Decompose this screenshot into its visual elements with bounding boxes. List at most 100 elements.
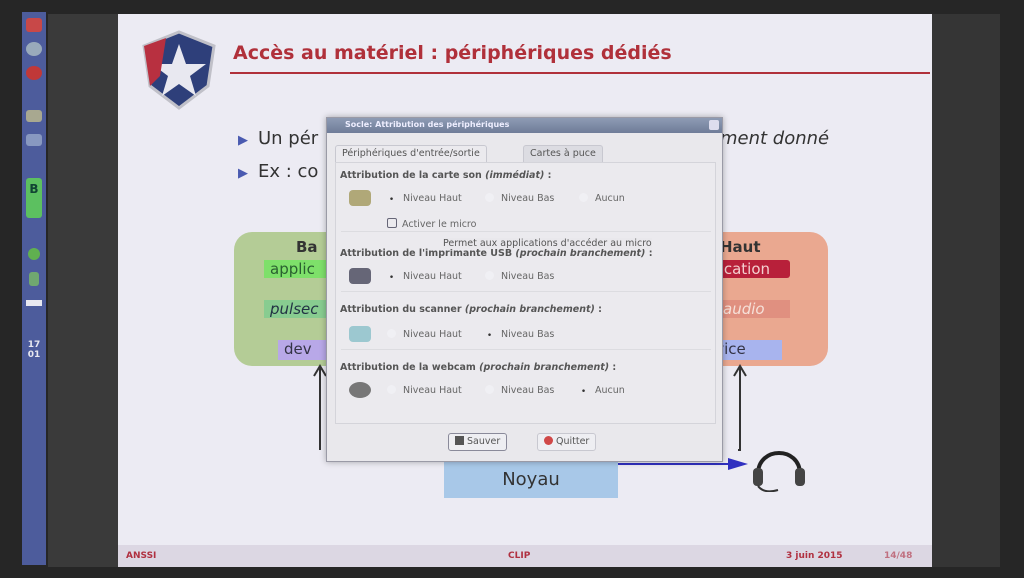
webcam-icon	[349, 382, 371, 398]
low-heading: Ba	[296, 238, 318, 256]
radio-label: Niveau Bas	[501, 193, 555, 204]
radio-button[interactable]	[485, 385, 494, 394]
separator	[341, 231, 711, 232]
radio-button[interactable]: •	[387, 196, 396, 205]
heading-qualifier: (prochain branchement)	[515, 248, 646, 259]
radio-label: Aucun	[595, 385, 625, 396]
radio-button[interactable]	[485, 271, 494, 280]
save-icon	[455, 436, 464, 445]
radio-button[interactable]	[387, 329, 396, 338]
tab-smart-cards[interactable]: Cartes à puce	[523, 145, 603, 162]
radio-button[interactable]: •	[579, 388, 588, 397]
close-icon[interactable]	[709, 120, 719, 130]
quit-icon	[544, 436, 553, 445]
tooltip: Permet aux applications d'accéder au mic…	[443, 238, 652, 249]
radio-label: Niveau Bas	[501, 271, 555, 282]
bullet-1-text: Un pér	[258, 128, 319, 149]
bullet-icon: ▶	[238, 133, 248, 148]
desktop-area	[48, 14, 118, 567]
radio-button[interactable]: •	[387, 274, 396, 283]
close-session-icon[interactable]	[26, 18, 42, 32]
section-heading: Attribution de la carte son (immédiat) :	[340, 170, 551, 181]
radio-label: Niveau Bas	[501, 329, 555, 340]
clock: 17 01	[22, 340, 46, 360]
checkbox-box[interactable]	[387, 218, 397, 228]
heading-text: Attribution de la carte son	[340, 170, 482, 181]
dialog-titlebar[interactable]: Socle: Attribution des périphériques	[327, 118, 722, 133]
radio-button[interactable]	[579, 193, 588, 202]
micro-label: Activer le micro	[402, 219, 477, 230]
radio-button[interactable]	[387, 385, 396, 394]
heading-suffix: :	[609, 362, 617, 373]
slide-footer: ANSSI CLIP 3 juin 2015 14/48	[118, 545, 932, 567]
footer-org: ANSSI	[126, 551, 157, 561]
heading-suffix: :	[544, 170, 552, 181]
quit-button[interactable]: Quitter	[537, 433, 597, 451]
headset-icon	[753, 451, 805, 492]
scanner-icon	[349, 326, 371, 342]
kernel-box: Noyau	[444, 462, 618, 498]
sound-card-icon	[349, 190, 371, 206]
radio-niveau-haut[interactable]: • Niveau Haut	[387, 271, 462, 283]
tab-label: Périphériques d'entrée/sortie	[342, 148, 480, 159]
micro-checkbox[interactable]: Activer le micro	[387, 218, 476, 230]
radio-label: Niveau Haut	[403, 271, 462, 282]
heading-text: Attribution de la webcam	[340, 362, 476, 373]
separator	[341, 291, 711, 292]
radio-niveau-bas[interactable]: Niveau Bas	[485, 193, 554, 204]
radio-button[interactable]: •	[485, 332, 494, 341]
heading-qualifier: (immédiat)	[485, 170, 545, 181]
bullet-1-end: ment donné	[720, 128, 830, 149]
radio-niveau-haut[interactable]: Niveau Haut	[387, 385, 462, 396]
clock-hour: 17	[27, 340, 41, 350]
network-icon[interactable]	[26, 42, 42, 56]
radio-label: Niveau Bas	[501, 385, 555, 396]
tools-icon[interactable]	[26, 110, 42, 122]
radio-niveau-bas[interactable]: Niveau Bas	[485, 271, 554, 282]
side-panel	[932, 14, 1000, 567]
radio-button[interactable]	[485, 193, 494, 202]
footer-project: CLIP	[508, 551, 531, 561]
radio-niveau-haut[interactable]: Niveau Haut	[387, 329, 462, 340]
taskbar: B 17 01	[22, 12, 46, 565]
security-icon[interactable]	[28, 248, 40, 260]
section-heading: Attribution de l'imprimante USB (prochai…	[340, 248, 653, 259]
title-rule	[230, 72, 930, 74]
radio-label: Aucun	[595, 193, 625, 204]
stop-icon[interactable]	[26, 66, 42, 80]
quit-label: Quitter	[556, 436, 590, 447]
save-button[interactable]: Sauver	[448, 433, 508, 451]
radio-niveau-bas[interactable]: • Niveau Bas	[485, 329, 555, 341]
level-badge[interactable]: B	[26, 178, 42, 218]
save-label: Sauver	[467, 436, 501, 447]
bullet-1: ▶ Un pér	[238, 128, 318, 149]
search-tool-icon[interactable]	[26, 134, 42, 146]
printer-icon	[349, 268, 371, 284]
keyboard-layout-icon[interactable]	[26, 300, 42, 306]
heading-qualifier: (prochain branchement)	[464, 304, 595, 315]
clock-minute: 01	[27, 350, 41, 360]
tab-label: Cartes à puce	[530, 148, 596, 159]
footer-page: 14/48	[884, 551, 913, 561]
radio-aucun[interactable]: Aucun	[579, 193, 625, 204]
bullet-2-text: Ex : co	[258, 161, 319, 182]
radio-niveau-haut[interactable]: • Niveau Haut	[387, 193, 462, 205]
bullet-icon: ▶	[238, 166, 248, 181]
heading-text: Attribution du scanner	[340, 304, 462, 315]
radio-niveau-bas[interactable]: Niveau Bas	[485, 385, 554, 396]
anssi-logo	[142, 30, 216, 110]
section-heading: Attribution du scanner (prochain branche…	[340, 304, 602, 315]
radio-aucun[interactable]: • Aucun	[579, 385, 625, 397]
separator	[341, 349, 711, 350]
radio-label: Niveau Haut	[403, 329, 462, 340]
section-heading: Attribution de la webcam (prochain branc…	[340, 362, 616, 373]
heading-suffix: :	[645, 248, 653, 259]
heading-text: Attribution de l'imprimante USB	[340, 248, 513, 259]
footer-date: 3 juin 2015	[786, 551, 843, 561]
slide-title: Accès au matériel : périphériques dédiés	[233, 42, 672, 64]
dialog-title: Socle: Attribution des périphériques	[345, 120, 510, 129]
bullet-2: ▶ Ex : co	[238, 161, 318, 182]
usb-icon[interactable]	[29, 272, 39, 286]
tab-io-devices[interactable]: Périphériques d'entrée/sortie	[335, 145, 487, 162]
heading-suffix: :	[594, 304, 602, 315]
